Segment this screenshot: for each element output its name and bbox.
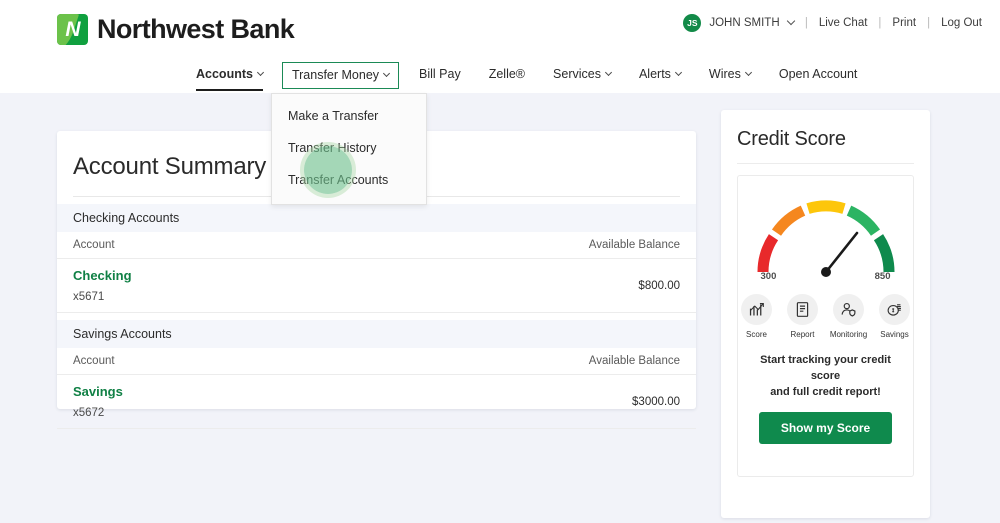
- site-header: N Northwest Bank JS JOHN SMITH | Live Ch…: [0, 0, 1000, 93]
- divider: |: [805, 17, 808, 29]
- credit-feature-icons: Score Report: [738, 294, 914, 339]
- nav-label: Open Account: [779, 67, 858, 81]
- gauge-needle: [826, 233, 857, 272]
- nav-label: Alerts: [639, 67, 671, 81]
- column-header-balance: Available Balance: [589, 355, 680, 367]
- main-navigation: Accounts Transfer Money Bill Pay Zelle® …: [0, 62, 1000, 93]
- credit-pitch-text: Start tracking your credit score and ful…: [738, 353, 913, 401]
- nav-label: Bill Pay: [419, 67, 461, 81]
- credit-feature-report[interactable]: Report: [784, 294, 822, 339]
- account-balance: $3000.00: [632, 396, 680, 408]
- column-header-balance: Available Balance: [589, 239, 680, 251]
- account-name-link[interactable]: Savings: [73, 384, 123, 399]
- credit-feature-score[interactable]: Score: [738, 294, 776, 339]
- dropdown-item-transfer-accounts[interactable]: Transfer Accounts: [272, 164, 426, 196]
- chevron-down-icon: [745, 68, 752, 75]
- section-heading-checking: Checking Accounts: [57, 204, 696, 232]
- divider: |: [927, 17, 930, 29]
- table-row[interactable]: Checking x5671 $800.00: [57, 259, 696, 313]
- gauge-segment-4: [849, 211, 876, 233]
- credit-feature-savings[interactable]: Savings: [876, 294, 914, 339]
- gauge-segment-5: [878, 237, 889, 272]
- table-row[interactable]: Savings x5672 $3000.00: [57, 375, 696, 429]
- column-headers: Account Available Balance: [57, 232, 696, 259]
- avatar: JS: [683, 14, 701, 32]
- account-mask: x5671: [73, 291, 132, 303]
- user-name-label: JOHN SMITH: [709, 17, 779, 29]
- score-icon: [741, 294, 772, 325]
- nav-item-transfer-money[interactable]: Transfer Money: [282, 62, 399, 89]
- show-my-score-button[interactable]: Show my Score: [759, 412, 892, 444]
- account-name-link[interactable]: Checking: [73, 268, 132, 283]
- nav-label: Services: [553, 67, 601, 81]
- credit-score-card: Credit Score 300 850: [721, 110, 930, 518]
- chevron-down-icon: [605, 68, 612, 75]
- chevron-down-icon: [383, 69, 390, 76]
- gauge-segment-2: [776, 211, 803, 233]
- icon-label: Savings: [880, 330, 908, 339]
- chevron-down-icon: [675, 68, 682, 75]
- credit-feature-monitoring[interactable]: Monitoring: [830, 294, 868, 339]
- nav-item-zelle[interactable]: Zelle®: [489, 62, 525, 87]
- page-root: N Northwest Bank JS JOHN SMITH | Live Ch…: [0, 0, 1000, 523]
- icon-label: Score: [746, 330, 767, 339]
- gauge-segment-1: [763, 237, 774, 272]
- log-out-link[interactable]: Log Out: [941, 17, 982, 29]
- section-heading-savings: Savings Accounts: [57, 320, 696, 348]
- nav-item-bill-pay[interactable]: Bill Pay: [419, 62, 461, 87]
- nav-label: Wires: [709, 67, 741, 81]
- credit-score-panel: 300 850 Score: [737, 175, 914, 477]
- divider: |: [878, 17, 881, 29]
- column-headers: Account Available Balance: [57, 348, 696, 375]
- nav-label: Accounts: [196, 67, 253, 81]
- monitoring-icon: [833, 294, 864, 325]
- nav-label: Zelle®: [489, 67, 525, 81]
- chevron-down-icon: [787, 17, 795, 25]
- northwest-bank-logo-icon: N: [57, 14, 88, 45]
- nav-item-open-account[interactable]: Open Account: [779, 62, 858, 87]
- credit-pitch-line-2: and full credit report!: [746, 385, 905, 401]
- report-icon: [787, 294, 818, 325]
- credit-score-title: Credit Score: [721, 110, 930, 151]
- gauge-max-label: 850: [875, 271, 891, 282]
- account-balance: $800.00: [638, 280, 680, 292]
- nav-item-services[interactable]: Services: [553, 62, 611, 87]
- transfer-money-dropdown: Make a Transfer Transfer History Transfe…: [271, 93, 427, 205]
- dropdown-item-transfer-history[interactable]: Transfer History: [272, 132, 426, 164]
- nav-item-wires[interactable]: Wires: [709, 62, 751, 87]
- gauge-svg: [751, 192, 901, 280]
- credit-pitch-line-1: Start tracking your credit score: [746, 353, 905, 385]
- column-header-account: Account: [73, 355, 115, 367]
- gauge-segment-3: [808, 206, 844, 209]
- live-chat-link[interactable]: Live Chat: [819, 17, 868, 29]
- nav-item-accounts[interactable]: Accounts: [196, 62, 263, 87]
- brand-logo[interactable]: N Northwest Bank: [57, 14, 294, 45]
- brand-name: Northwest Bank: [97, 14, 294, 45]
- divider: [737, 163, 914, 164]
- user-menu[interactable]: JOHN SMITH: [709, 17, 793, 29]
- savings-icon: [879, 294, 910, 325]
- gauge-min-label: 300: [761, 271, 777, 282]
- column-header-account: Account: [73, 239, 115, 251]
- credit-score-gauge: 300 850: [751, 192, 901, 280]
- print-link[interactable]: Print: [892, 17, 916, 29]
- user-utility-bar: JS JOHN SMITH | Live Chat | Print | Log …: [683, 14, 982, 32]
- nav-item-alerts[interactable]: Alerts: [639, 62, 681, 87]
- icon-label: Report: [790, 330, 814, 339]
- gauge-scale-labels: 300 850: [751, 271, 901, 282]
- chevron-down-icon: [257, 68, 264, 75]
- account-mask: x5672: [73, 407, 123, 419]
- nav-label: Transfer Money: [292, 68, 379, 82]
- icon-label: Monitoring: [830, 330, 867, 339]
- logo-letter: N: [57, 14, 88, 45]
- dropdown-item-make-a-transfer[interactable]: Make a Transfer: [272, 100, 426, 132]
